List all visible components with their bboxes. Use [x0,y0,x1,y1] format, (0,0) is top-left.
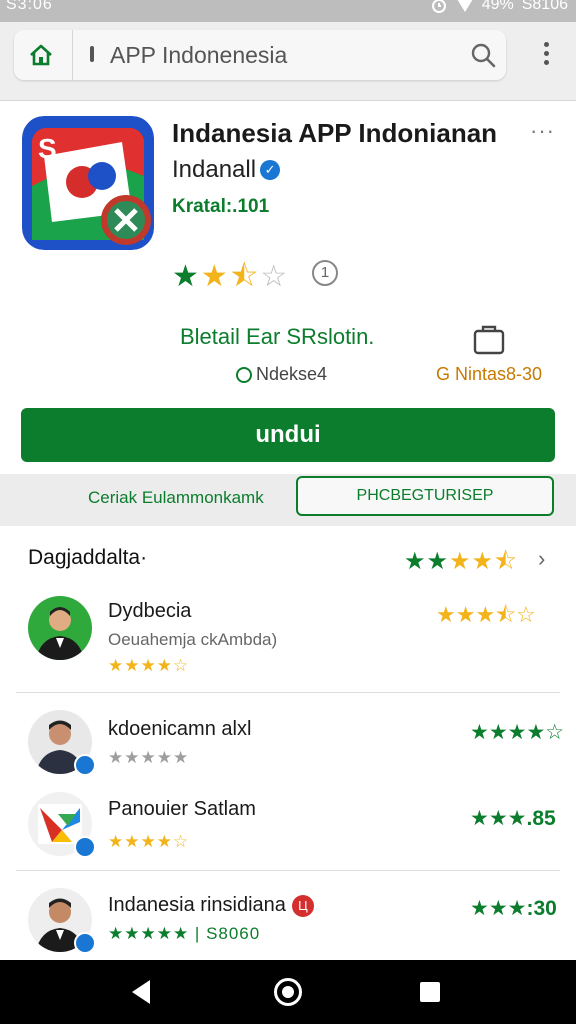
red-badge-icon: Ц [291,894,314,917]
review-small-stars: ★★★★☆ [108,656,190,675]
review-subtitle: Oeuahemja ckAmbda) [108,630,278,649]
installs-count: Ndekse4 [256,364,328,384]
status-bar: S3:06 49% S8106 [0,0,576,22]
divider [16,870,560,871]
clock-icon [236,366,252,383]
developer-row[interactable]: Indanall ✓ [172,156,281,184]
review-rating-text: ★★★.85 [470,807,556,830]
tab-right[interactable]: PHCBEGTURISEP [296,476,554,516]
reviews-section-stars: ★★★★⯪ [404,548,518,575]
svg-text:S: S [38,133,57,164]
back-icon[interactable] [132,980,150,1004]
review-small-stars: ★★★★☆ [108,832,190,851]
system-nav-bar [0,960,576,1024]
url-bar[interactable]: APP Indonenesia [14,30,506,80]
avatar [28,596,92,660]
home-nav-icon[interactable] [274,978,302,1006]
review-small-stars: ★★★★★ [108,748,190,767]
app-more-icon[interactable]: ··· [530,118,555,144]
recents-icon[interactable] [420,982,440,1002]
alarm-icon [431,0,446,13]
url-divider [72,30,73,80]
tab-left[interactable]: Ceriak Eulammonkamk [88,488,264,508]
status-time: S3:06 [6,0,53,13]
verified-badge-icon [74,932,96,954]
install-button[interactable]: undui [21,408,555,462]
reviewer-name: Panouier Satlam [108,798,256,820]
verified-icon: ✓ [260,160,281,180]
app-title: Indanesia APP Indonianan [172,118,498,148]
review-rating-text: ★★★:30 [470,897,557,920]
chevron-right-icon[interactable]: › [538,546,545,572]
info-icon[interactable]: 1 [312,260,338,286]
reviewer-name-row: Indanesia rinsidiana Ц [108,894,314,917]
reviewer-name: Indanesia rinsidiana [108,894,286,916]
installs-row: Ndekse4 [236,364,327,385]
signal-icon [457,0,473,12]
more-vert-icon[interactable] [536,42,556,72]
reviews-section-title: Dagjaddalta· [28,546,148,569]
developer-name[interactable]: Indanall [172,156,256,184]
rating-label: Kratal:.101 [172,196,270,217]
divider [16,692,560,693]
bag-icon [473,325,505,355]
battery-percent: 49% [481,0,514,13]
app-logo-graphic: S [22,116,154,250]
app-size: G Nintas8-30 [436,364,543,384]
reviewer-name: Dydbecia [108,600,192,622]
status-icons: 49% S8106 [430,0,568,14]
review-small-stars: ★★★★★ | S8060 [108,924,261,943]
home-icon[interactable] [28,42,54,68]
verified-badge-icon [74,836,96,858]
app-icon: S [22,116,154,250]
tabs-strip: Ceriak Eulammonkamk PHCBEGTURISEP [0,474,576,526]
details-title: Bletail Ear SRslotin. [180,324,375,349]
search-icon[interactable] [470,42,496,68]
lock-icon [90,46,94,62]
review-rating-text: ★★★★☆ [470,721,565,744]
url-text[interactable]: APP Indonenesia [110,42,287,69]
browser-toolbar: APP Indonenesia [0,22,576,101]
reviewer-name: kdoenicamn alxl [108,718,252,740]
app-rating-stars: ★★⯪☆ [172,260,290,293]
verified-badge-icon [74,754,96,776]
status-right-time: S8106 [521,0,568,13]
review-rating-stars: ★★★⯪☆ [436,602,536,627]
